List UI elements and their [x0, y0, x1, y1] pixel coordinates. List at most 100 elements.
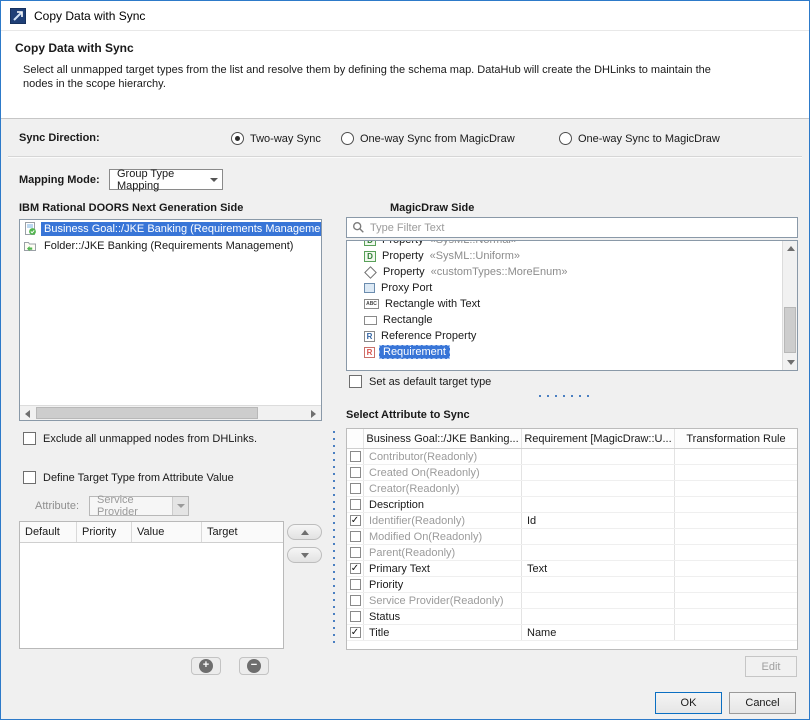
doors-panel-title: IBM Rational DOORS Next Generation Side: [19, 202, 243, 214]
ok-button[interactable]: OK: [655, 692, 722, 714]
up-arrow-icon: [301, 530, 309, 535]
tree-item-rectangle[interactable]: Rectangle: [364, 312, 797, 328]
checkbox-icon[interactable]: [350, 483, 361, 494]
attribute-row-description[interactable]: Description: [347, 497, 797, 513]
scrollbar-thumb[interactable]: [784, 307, 796, 353]
attribute-row-title[interactable]: ✓ Title Name: [347, 625, 797, 641]
edit-button[interactable]: Edit: [745, 656, 797, 677]
attribute-row-created-on[interactable]: Created On(Readonly): [347, 465, 797, 481]
checkbox-icon[interactable]: [350, 531, 361, 542]
checkbox-checked-icon[interactable]: ✓: [350, 563, 361, 574]
tree-item-business-goal[interactable]: Business Goal::/JKE Banking (Requirement…: [20, 220, 321, 237]
attribute-table-header: Business Goal::/JKE Banking... Requireme…: [347, 429, 797, 449]
column-header-priority[interactable]: Priority: [77, 522, 132, 542]
vertical-splitter-handle[interactable]: [333, 431, 335, 643]
attribute-row-primary-text[interactable]: ✓ Primary Text Text: [347, 561, 797, 577]
radio-label: One-way Sync to MagicDraw: [578, 133, 720, 145]
checkbox-icon[interactable]: [350, 579, 361, 590]
down-arrow-icon: [301, 553, 309, 558]
attribute-row-contributor[interactable]: Contributor(Readonly): [347, 449, 797, 465]
radio-label: One-way Sync from MagicDraw: [360, 133, 515, 145]
attribute-row-modified-on[interactable]: Modified On(Readonly): [347, 529, 797, 545]
cancel-button[interactable]: Cancel: [729, 692, 796, 714]
checkbox-icon[interactable]: [350, 547, 361, 558]
scrollbar-track[interactable]: [783, 256, 797, 355]
vertical-scrollbar[interactable]: [782, 241, 797, 370]
set-default-target-checkbox[interactable]: Set as default target type: [349, 375, 491, 388]
mapping-mode-select[interactable]: Group Type Mapping: [109, 169, 223, 190]
value-table-header: Default Priority Value Target: [20, 522, 283, 543]
tree-item-folder[interactable]: Folder::/JKE Banking (Requirements Manag…: [20, 237, 321, 254]
header-description-line2: nodes in the scope hierarchy.: [23, 77, 795, 91]
define-target-type-checkbox[interactable]: Define Target Type from Attribute Value: [23, 471, 234, 484]
magicdraw-tree: D Property «SysML::Normal» D Property «S…: [346, 240, 798, 371]
tree-item-reference-property[interactable]: R Reference Property: [364, 328, 797, 344]
chevron-down-icon: [172, 497, 188, 515]
attribute-row-creator[interactable]: Creator(Readonly): [347, 481, 797, 497]
exclude-unmapped-checkbox[interactable]: Exclude all unmapped nodes from DHLinks.: [23, 432, 257, 445]
scrollbar-thumb[interactable]: [36, 407, 258, 419]
tree-item-requirement[interactable]: R Requirement: [364, 344, 797, 360]
checkbox-icon[interactable]: [350, 451, 361, 462]
separator: [8, 156, 802, 158]
radio-two-way-sync[interactable]: Two-way Sync: [231, 132, 321, 145]
radio-one-way-to-magicdraw[interactable]: One-way Sync to MagicDraw: [559, 132, 720, 145]
requirement-icon: R: [364, 347, 375, 358]
column-header-target[interactable]: Requirement [MagicDraw::U...: [522, 429, 675, 448]
column-header-target[interactable]: Target: [202, 522, 283, 542]
checkbox-icon: [23, 471, 36, 484]
attribute-label: Attribute:: [35, 500, 79, 512]
column-header-rule[interactable]: Transformation Rule: [675, 429, 797, 448]
scroll-up-icon[interactable]: [783, 241, 798, 256]
scroll-left-icon[interactable]: [20, 406, 35, 421]
attribute-row-status[interactable]: Status: [347, 609, 797, 625]
tree-item-property-normal[interactable]: D Property «SysML::Normal»: [364, 240, 797, 248]
column-header-value[interactable]: Value: [132, 522, 202, 542]
checkbox-checked-icon[interactable]: ✓: [350, 627, 361, 638]
remove-row-button[interactable]: −: [239, 657, 269, 675]
checkbox-label: Define Target Type from Attribute Value: [43, 472, 234, 484]
attribute-row-parent[interactable]: Parent(Readonly): [347, 545, 797, 561]
tree-item-property-uniform[interactable]: D Property «SysML::Uniform»: [364, 248, 797, 264]
column-header-source[interactable]: Business Goal::/JKE Banking...: [364, 429, 522, 448]
add-row-button[interactable]: +: [191, 657, 221, 675]
proxy-port-icon: [364, 283, 375, 293]
copy-data-with-sync-dialog: Copy Data with Sync Copy Data with Sync …: [0, 0, 810, 720]
type-filter-box[interactable]: [346, 217, 798, 238]
app-icon: [10, 8, 26, 24]
rectangle-icon: [364, 316, 377, 325]
scrollbar-track[interactable]: [35, 406, 306, 420]
radio-one-way-from-magicdraw[interactable]: One-way Sync from MagicDraw: [341, 132, 515, 145]
tree-item-proxy-port[interactable]: Proxy Port: [364, 280, 797, 296]
scroll-right-icon[interactable]: [306, 406, 321, 421]
dialog-header: Copy Data with Sync Select all unmapped …: [1, 31, 809, 119]
checkbox-column-header: [347, 429, 364, 448]
tree-item-property-moreenum[interactable]: Property «customTypes::MoreEnum»: [364, 264, 797, 280]
horizontal-scrollbar[interactable]: [20, 405, 321, 420]
column-header-default[interactable]: Default: [20, 522, 77, 542]
move-down-button[interactable]: [287, 547, 322, 563]
attribute-row-service-provider[interactable]: Service Provider(Readonly): [347, 593, 797, 609]
horizontal-splitter-handle[interactable]: [539, 395, 595, 397]
checkbox-icon[interactable]: [350, 595, 361, 606]
tree-item-label: Folder::/JKE Banking (Requirements Manag…: [41, 239, 296, 253]
header-description-line1: Select all unmapped target types from th…: [23, 63, 795, 77]
scroll-down-icon[interactable]: [783, 355, 798, 370]
checkbox-icon[interactable]: [350, 499, 361, 510]
checkbox-checked-icon[interactable]: ✓: [350, 515, 361, 526]
attribute-value: Service Provider: [97, 494, 172, 518]
tree-item-rectangle-with-text[interactable]: ABC Rectangle with Text: [364, 296, 797, 312]
attribute-row-identifier[interactable]: ✓ Identifier(Readonly) Id: [347, 513, 797, 529]
checkbox-label: Set as default target type: [369, 376, 491, 388]
business-goal-icon: [23, 222, 38, 236]
radio-icon: [341, 132, 354, 145]
checkbox-icon[interactable]: [350, 467, 361, 478]
checkbox-icon[interactable]: [350, 611, 361, 622]
attribute-sync-table: Business Goal::/JKE Banking... Requireme…: [346, 428, 798, 650]
move-up-button[interactable]: [287, 524, 322, 540]
titlebar[interactable]: Copy Data with Sync: [1, 1, 809, 31]
type-filter-input[interactable]: [370, 222, 792, 234]
attribute-row-priority[interactable]: Priority: [347, 577, 797, 593]
attribute-value-table[interactable]: Default Priority Value Target: [19, 521, 284, 649]
mapping-mode-value: Group Type Mapping: [117, 168, 210, 192]
